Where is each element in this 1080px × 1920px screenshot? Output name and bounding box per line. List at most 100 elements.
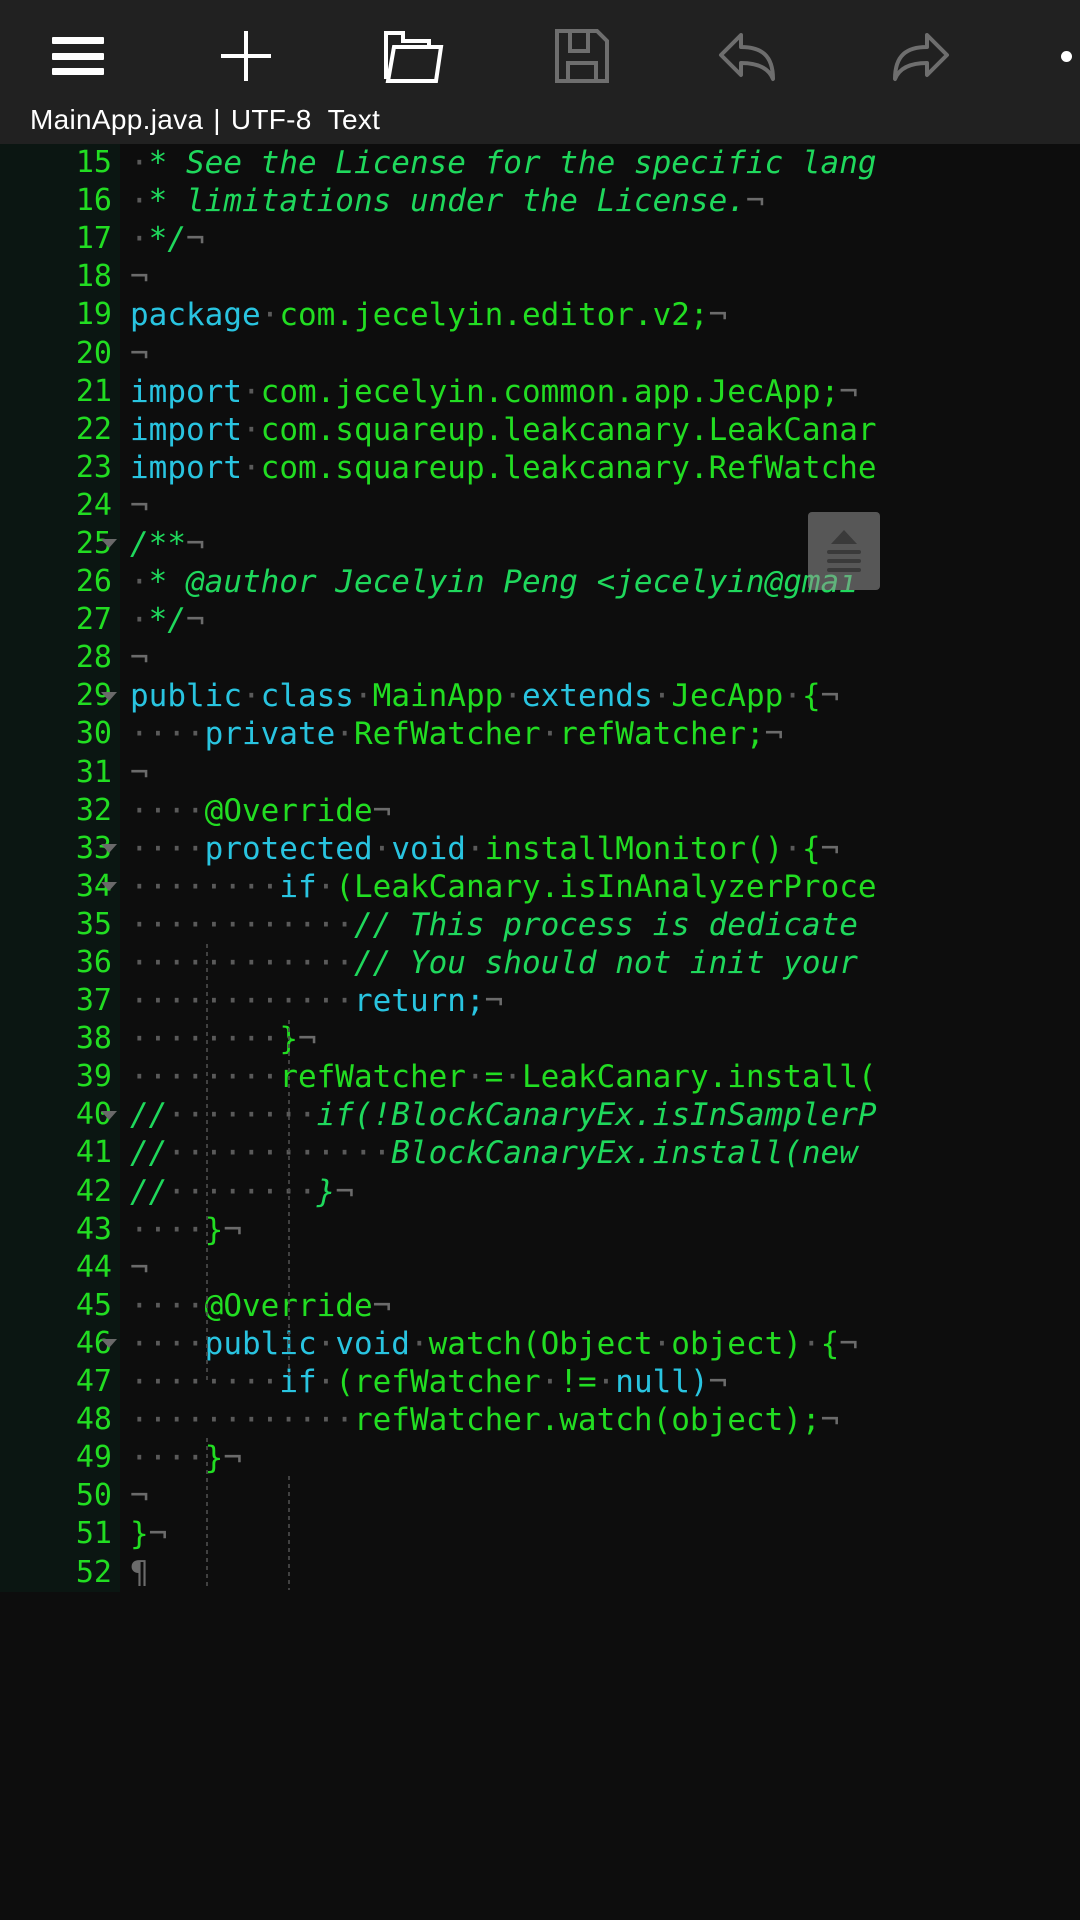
line-content[interactable]: import·com.jecelyin.common.app.JecApp;¬ [120,373,1080,411]
code-line[interactable]: 36 ············// You should not init you… [0,943,1080,983]
editor-area[interactable]: 15 ·* See the License for the specific la… [0,144,1080,1920]
line-content[interactable]: ····}¬ [120,1439,1080,1477]
code-line[interactable]: 45 ····@Override¬ [0,1286,1080,1325]
line-content[interactable]: import·com.squareup.leakcanary.LeakCanar [120,411,1080,449]
code-line[interactable]: 20 ¬ [0,334,1080,373]
line-content[interactable]: package·com.jecelyin.editor.v2;¬ [120,296,1080,334]
code-line[interactable]: 49 ····}¬ [0,1439,1080,1478]
token-ws: · [316,1364,336,1401]
code-line[interactable]: 28 ¬ [0,639,1080,678]
code-line[interactable]: 30 ····private·RefWatcher·refWatcher;¬ [0,715,1080,754]
line-number-gutter: 34 [0,867,120,906]
line-content[interactable]: ¬ [120,754,1080,792]
line-content[interactable]: ¬ [120,487,1080,525]
line-content[interactable]: }¬ [120,1515,1080,1553]
code-line[interactable]: 51}¬ [0,1515,1080,1554]
line-content[interactable]: ·*/¬ [120,601,1080,639]
code-lines-container[interactable]: 15 ·* See the License for the specific la… [0,144,1080,1920]
fold-toggle-icon[interactable] [98,876,120,898]
vertical-scroll-thumb[interactable] [808,512,880,590]
redo-button[interactable] [870,8,966,104]
fold-toggle-icon[interactable] [98,533,120,555]
code-line[interactable]: 27 ·*/¬ [0,601,1080,640]
code-line[interactable]: 23 import·com.squareup.leakcanary.RefWatc… [0,448,1080,487]
code-line[interactable]: 44 ¬ [0,1248,1080,1287]
undo-button[interactable] [702,8,798,104]
line-content[interactable]: ¬ [120,1249,1080,1287]
line-content[interactable]: ············refWatcher.watch(object);¬ [120,1401,1080,1439]
line-content[interactable]: ········if·(refWatcher·!=·null)¬ [120,1363,1080,1401]
code-line[interactable]: 50 ¬ [0,1477,1080,1516]
code-line[interactable]: 21 import·com.jecelyin.common.app.JecApp;… [0,372,1080,411]
fold-toggle-icon[interactable] [98,1333,120,1355]
token-kw: if [279,1364,317,1401]
code-line[interactable]: 47 ········if·(refWatcher·!=·null)¬ [0,1363,1080,1402]
code-line[interactable]: 18 ¬ [0,258,1080,297]
line-content[interactable]: import·com.squareup.leakcanary.RefWatche [120,449,1080,487]
line-number: 39 [75,1059,112,1095]
line-content[interactable]: ····@Override¬ [120,1287,1080,1325]
save-button[interactable] [534,8,630,104]
line-content[interactable]: //········}¬ [120,1173,1080,1211]
code-line[interactable]: 46 ····public·void·watch(Object·object)·{… [0,1324,1080,1363]
line-content[interactable]: ····private·RefWatcher·refWatcher;¬ [120,715,1080,753]
code-line[interactable]: 19 package·com.jecelyin.editor.v2;¬ [0,296,1080,335]
line-content[interactable]: ············return;¬ [120,982,1080,1020]
line-content[interactable]: //············BlockCanaryEx.install(new [120,1134,1080,1172]
token-ws: · [465,1059,485,1096]
line-content[interactable]: ¬ [120,334,1080,372]
code-line[interactable]: 40 //········if(!BlockCanaryEx.isInSample… [0,1096,1080,1135]
line-content[interactable]: //········if(!BlockCanaryEx.isInSamplerP [120,1096,1080,1134]
code-line[interactable]: 26 ·* @author Jecelyin Peng <jecelyin@gma… [0,563,1080,602]
line-number: 22 [75,411,112,447]
line-content[interactable]: ····public·void·watch(Object·object)·{¬ [120,1325,1080,1363]
token-ws: ········ [167,1097,317,1134]
open-file-button[interactable] [366,8,462,104]
line-content[interactable]: ·* @author Jecelyin Peng <jecelyin@gmai [120,563,1080,601]
code-line[interactable]: 17 ·*/¬ [0,220,1080,259]
code-line[interactable]: 15 ·* See the License for the specific la… [0,144,1080,183]
code-line[interactable]: 33 ····protected·void·installMonitor()·{¬ [0,829,1080,868]
new-file-button[interactable] [198,8,294,104]
line-content[interactable]: ····@Override¬ [120,792,1080,830]
code-line[interactable]: 24 ¬ [0,486,1080,525]
line-content[interactable]: ········refWatcher·=·LeakCanary.install( [120,1058,1080,1096]
line-content[interactable]: ¬ [120,639,1080,677]
line-content[interactable]: ····}¬ [120,1211,1080,1249]
code-line[interactable]: 29 public·class·MainApp·extends·JecApp·{¬ [0,677,1080,716]
line-content[interactable]: ·* See the License for the specific lang [120,144,1080,182]
line-content[interactable]: /**¬ [120,525,1080,563]
line-content[interactable]: ············// This process is dedicate [120,906,1080,944]
code-line[interactable]: 37 ············return;¬ [0,982,1080,1021]
line-content[interactable]: ¬ [120,258,1080,296]
code-line[interactable]: 34 ········if·(LeakCanary.isInAnalyzerPro… [0,867,1080,906]
line-content[interactable]: ····protected·void·installMonitor()·{¬ [120,830,1080,868]
code-line[interactable]: 25 /**¬ [0,524,1080,564]
line-content[interactable]: ········}¬ [120,1020,1080,1058]
code-line[interactable]: 32 ····@Override¬ [0,791,1080,830]
code-line[interactable]: 39 ········refWatcher·=·LeakCanary.instal… [0,1058,1080,1097]
more-options-button[interactable] [1038,8,1080,104]
line-content[interactable]: ¶ [120,1553,1080,1591]
menu-button[interactable] [30,8,126,104]
fold-toggle-icon[interactable] [98,838,120,860]
code-line[interactable]: 22 import·com.squareup.leakcanary.LeakCan… [0,410,1080,449]
line-content[interactable]: ········if·(LeakCanary.isInAnalyzerProce [120,868,1080,906]
code-line[interactable]: 43 ····}¬ [0,1210,1080,1249]
code-line[interactable]: 42 //········}¬ [0,1172,1080,1211]
token-ws: · [409,1325,429,1362]
line-content[interactable]: ¬ [120,1477,1080,1515]
code-line[interactable]: 35 ············// This process is dedicat… [0,905,1080,944]
fold-toggle-icon[interactable] [98,685,120,707]
line-content[interactable]: ·*/¬ [120,220,1080,258]
code-line[interactable]: 16 ·* limitations under the License.¬ [0,182,1080,221]
code-line[interactable]: 52 ¶ [0,1553,1080,1592]
line-content[interactable]: public·class·MainApp·extends·JecApp·{¬ [120,677,1080,715]
line-content[interactable]: ·* limitations under the License.¬ [120,182,1080,220]
fold-toggle-icon[interactable] [98,1104,120,1126]
code-line[interactable]: 41 //············BlockCanaryEx.install(ne… [0,1134,1080,1173]
code-line[interactable]: 38 ········}¬ [0,1020,1080,1059]
code-line[interactable]: 48 ············refWatcher.watch(object);¬ [0,1401,1080,1440]
code-line[interactable]: 31 ¬ [0,753,1080,792]
line-content[interactable]: ············// You should not init your [120,944,1080,982]
